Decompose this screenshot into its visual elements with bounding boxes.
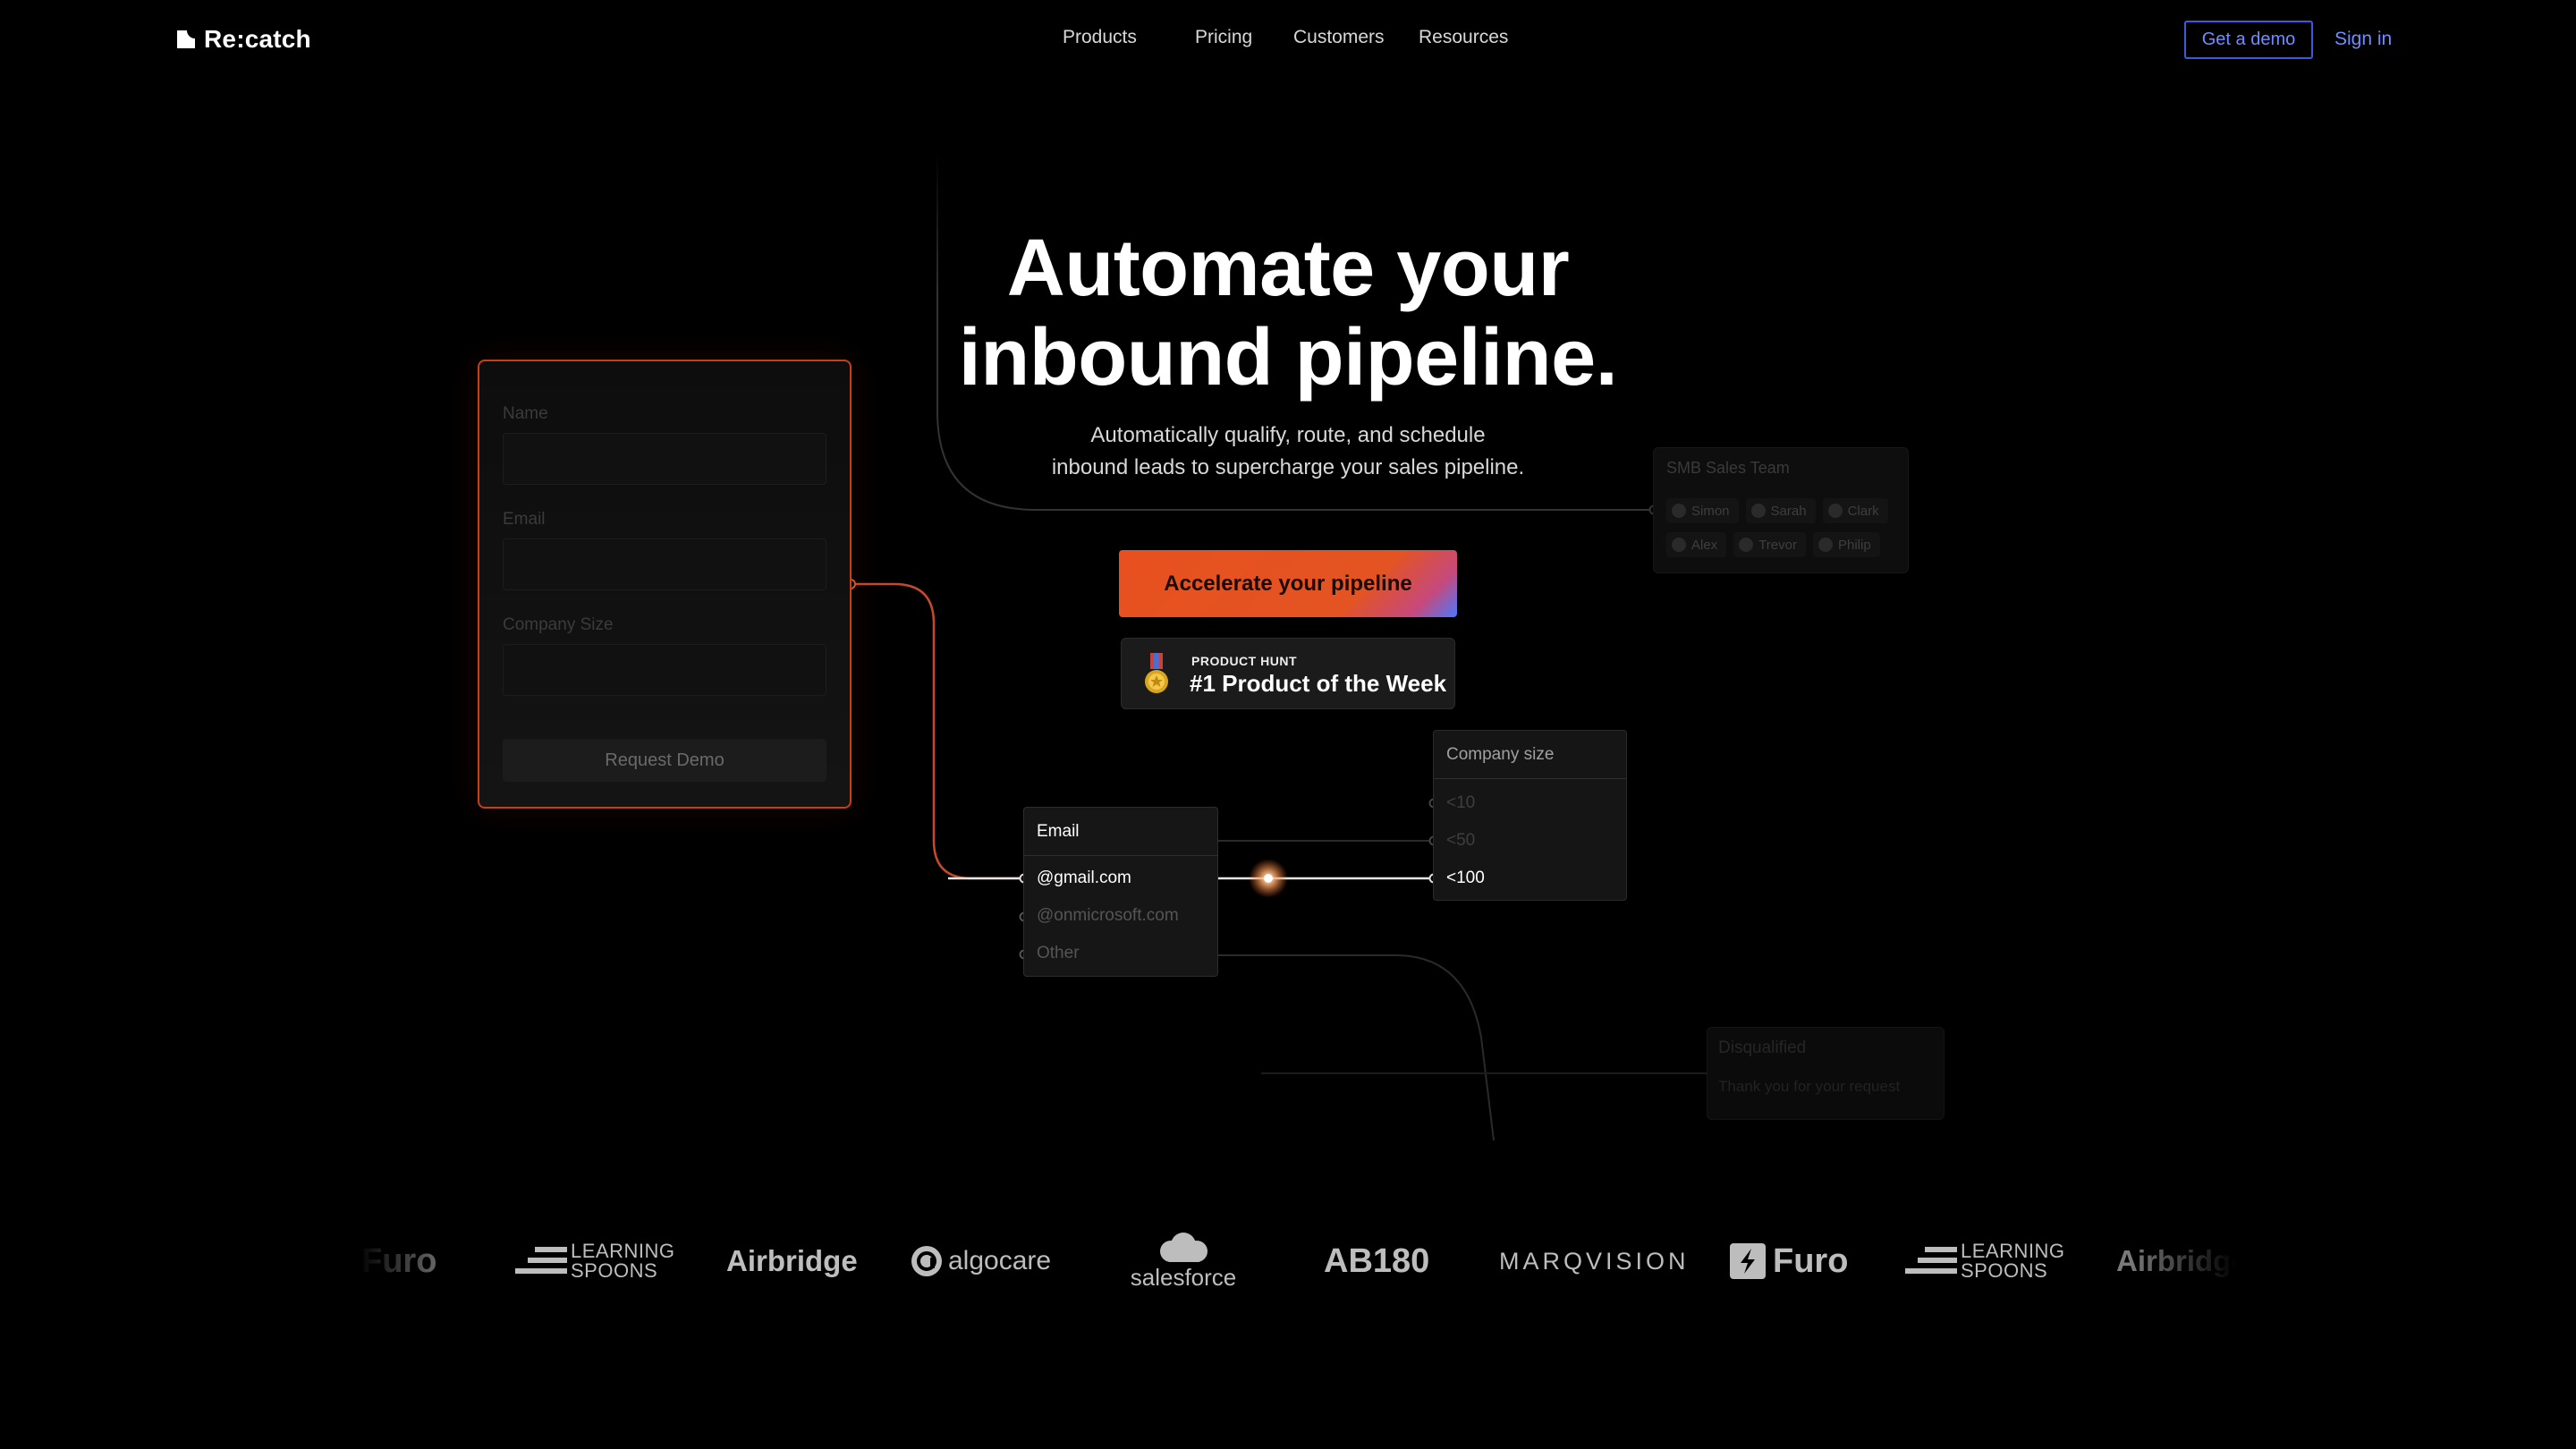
person-name: Philip <box>1837 537 1871 553</box>
hero-title: Automate your inbound pipeline. <box>0 224 2576 402</box>
logo-airbridge: Airbridge <box>726 1216 858 1306</box>
hero-subtitle: Automatically qualify, route, and schedu… <box>0 419 2576 484</box>
name-field <box>503 433 826 485</box>
email-router-node: Email @gmail.com @onmicrosoft.com Other <box>1023 807 1218 977</box>
person-chip: Sarah <box>1745 498 1816 523</box>
logo-text: algocare <box>948 1246 1052 1275</box>
badge-source-label: PRODUCT HUNT <box>1191 654 1297 668</box>
person-name: Simon <box>1691 503 1730 519</box>
disqualified-message: Thank you for your request <box>1718 1078 1901 1095</box>
person-name: Sarah <box>1770 503 1807 519</box>
learning-spoons-mark-icon <box>1905 1247 1957 1274</box>
company-size-node: Company size <10 <50 <100 <box>1433 730 1627 901</box>
person-name: Clark <box>1847 503 1879 519</box>
person-name: Alex <box>1691 537 1718 553</box>
smb-sales-team-card: SMB Sales Team Simon Sarah Clark Alex Tr… <box>1653 447 1909 573</box>
lead-form-card: Name Email Company Size Request Demo <box>478 360 852 809</box>
medal-icon <box>1145 653 1168 693</box>
logo-text: MARQVISION <box>1499 1247 1690 1275</box>
avatar <box>1827 504 1843 518</box>
email-label: Email <box>503 510 546 529</box>
email-option-other: Other <box>1037 944 1080 962</box>
email-field <box>503 538 826 590</box>
person-chip: Philip <box>1812 532 1880 557</box>
email-option-gmail: @gmail.com <box>1037 869 1131 887</box>
company-size-field <box>503 644 826 696</box>
hero-title-line1: Automate your <box>1006 224 1570 313</box>
logo-ab180: AB180 <box>1324 1216 1429 1306</box>
email-option-onmicrosoft: @onmicrosoft.com <box>1037 906 1179 925</box>
hero-title-line2: inbound pipeline. <box>958 313 1618 402</box>
logo-furo-2: Furo <box>1730 1216 1848 1306</box>
company-size-label: Company Size <box>503 615 614 634</box>
other-to-disqualified-line <box>1218 954 1495 1141</box>
avatar <box>1818 538 1833 552</box>
logo-algocare: algocare <box>911 1216 1051 1306</box>
logo-airbridge-2: Airbridge <box>2116 1216 2236 1306</box>
hero-subtitle-line1: Automatically qualify, route, and schedu… <box>1090 423 1486 447</box>
avatar <box>1672 504 1686 518</box>
company-option-50: <50 <box>1446 831 1476 850</box>
logo-text: AB180 <box>1324 1241 1430 1280</box>
learning-spoons-mark-icon <box>515 1247 567 1274</box>
product-hunt-badge[interactable]: PRODUCT HUNT #1 Product of the Week <box>1121 638 1455 709</box>
logo-text: LEARNING SPOONS <box>1961 1240 2065 1282</box>
logo-text: LEARNING SPOONS <box>571 1240 675 1282</box>
avatar <box>1739 538 1754 552</box>
smb-title: SMB Sales Team <box>1666 459 1790 477</box>
person-chip: Clark <box>1822 498 1888 523</box>
customer-logos-strip: Furo LEARNING SPOONS Airbridge algocare … <box>358 1216 2236 1306</box>
logo-salesforce: salesforce <box>1127 1216 1240 1306</box>
name-label: Name <box>503 404 548 423</box>
logo-furo: Furo <box>361 1216 436 1306</box>
person-chip: Simon <box>1666 498 1739 523</box>
logo-text: Airbridge <box>726 1244 858 1277</box>
algocare-mark-icon <box>911 1246 942 1276</box>
person-chip: Trevor <box>1733 532 1806 557</box>
hero-subtitle-line2: inbound leads to supercharge your sales … <box>1051 455 1525 479</box>
person-name: Trevor <box>1758 537 1797 553</box>
form-to-email-connector <box>852 582 1023 880</box>
disqualified-card: Disqualified Thank you for your request <box>1707 1027 1945 1120</box>
logo-marqvision: MARQVISION <box>1499 1216 1690 1306</box>
salesforce-cloud-icon <box>1160 1232 1208 1262</box>
smb-people-list: Simon Sarah Clark Alex Trevor Philip <box>1666 498 1904 557</box>
accelerate-pipeline-button[interactable]: Accelerate your pipeline <box>1119 550 1457 617</box>
logo-text: Airbridge <box>2116 1244 2236 1277</box>
disqualified-title: Disqualified <box>1718 1038 1807 1057</box>
logo-learning-spoons-2: LEARNING SPOONS <box>1905 1216 2065 1306</box>
person-chip: Alex <box>1666 532 1727 557</box>
avatar <box>1672 538 1686 552</box>
badge-title: #1 Product of the Week <box>1190 670 1447 697</box>
avatar <box>1750 504 1766 518</box>
furo-mark-icon <box>1730 1243 1766 1279</box>
company-option-100: <100 <box>1446 869 1485 887</box>
company-option-10: <10 <box>1446 793 1476 812</box>
logo-text: salesforce <box>1130 1263 1237 1291</box>
logo-text: Furo <box>361 1241 437 1280</box>
email-node-title: Email <box>1024 808 1217 856</box>
logo-learning-spoons: LEARNING SPOONS <box>515 1216 675 1306</box>
logo-text: Furo <box>1773 1241 1849 1280</box>
company-node-title: Company size <box>1434 731 1626 779</box>
request-demo-button: Request Demo <box>503 739 826 782</box>
